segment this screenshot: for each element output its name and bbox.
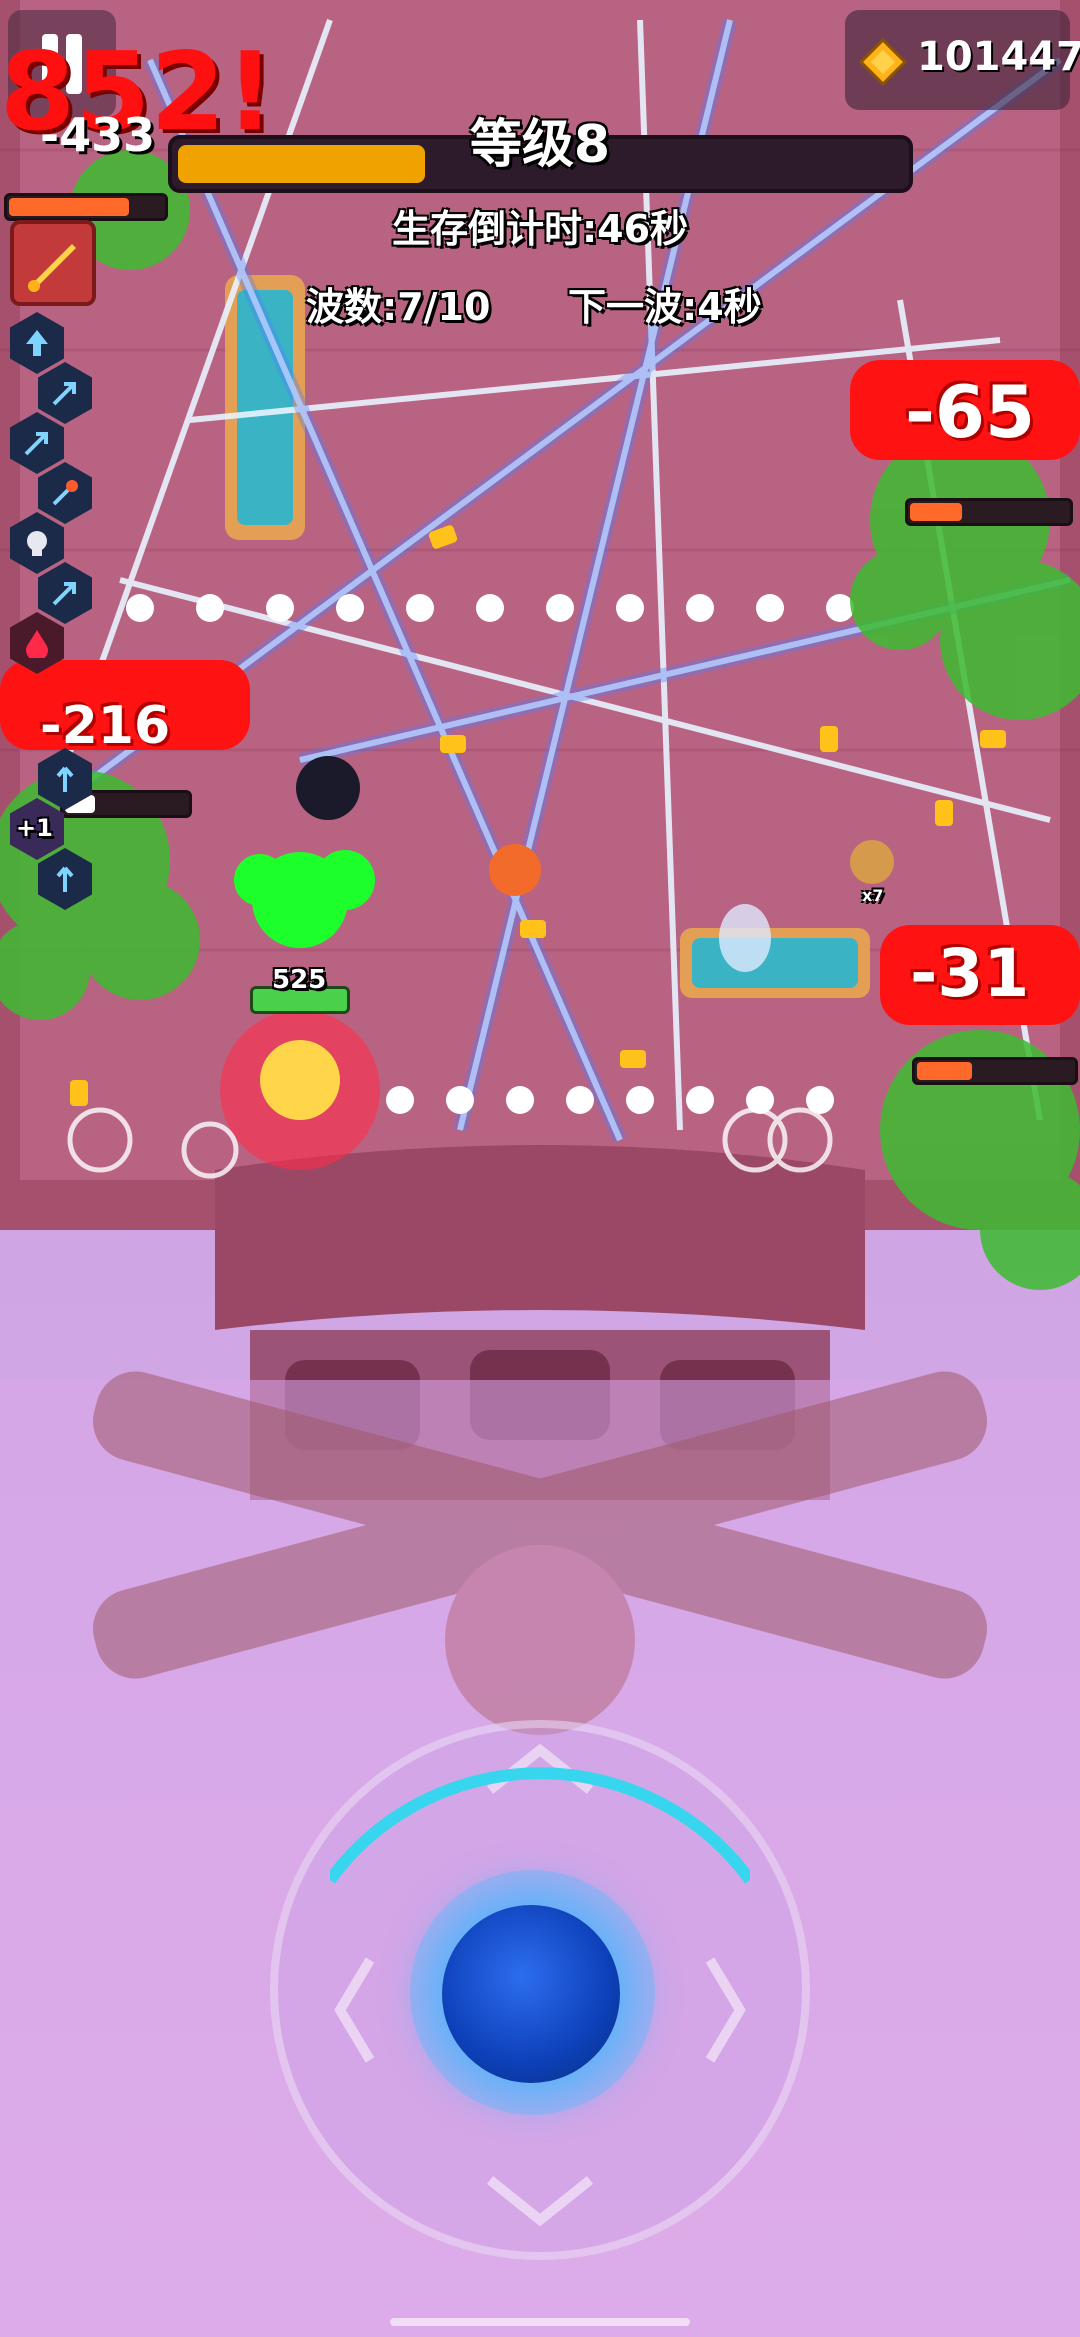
fire-arrow-icon	[52, 480, 78, 506]
damage-number: -65	[905, 370, 1036, 454]
weapon-slot	[10, 220, 96, 306]
coin-value: 101447	[917, 34, 1080, 80]
next-wave-timer: 下一波:4秒	[568, 285, 762, 329]
plus-one-label: +1	[16, 814, 53, 842]
arrow-diagonal-icon	[52, 382, 76, 406]
enemy-health-bar	[912, 1057, 1078, 1085]
survival-timer: 生存倒计时:46秒	[391, 207, 689, 251]
blood-drop-icon	[26, 630, 48, 658]
triple-arrow-icon	[56, 866, 74, 892]
game-viewport: 101447 等级8 生存倒计时:46秒 波数:7/10 下一波:4秒 852!…	[0, 0, 1080, 2337]
arrow-diagonal-icon	[24, 432, 48, 456]
damage-number: -216	[40, 696, 171, 756]
coin-counter: 101447	[845, 10, 1080, 110]
arrow-up-icon	[26, 330, 48, 356]
triple-arrow-icon	[56, 766, 74, 792]
wave-counter: 波数:7/10	[306, 285, 491, 329]
damage-number: -31	[910, 935, 1030, 1012]
home-indicator[interactable]	[390, 2318, 690, 2326]
coin-icon	[859, 38, 907, 86]
cookie-count: x7	[862, 886, 884, 905]
level-label: 等级8	[469, 115, 611, 175]
arrow-diagonal-icon	[52, 582, 76, 606]
joystick-knob[interactable]	[442, 1905, 620, 2083]
enemy-health-bar	[4, 193, 168, 221]
skull-icon	[27, 531, 47, 556]
damage-number: -433	[40, 108, 156, 162]
player-hp-value: 525	[272, 965, 327, 995]
enemy-health-bar	[905, 498, 1073, 526]
sword-icon	[28, 244, 76, 292]
